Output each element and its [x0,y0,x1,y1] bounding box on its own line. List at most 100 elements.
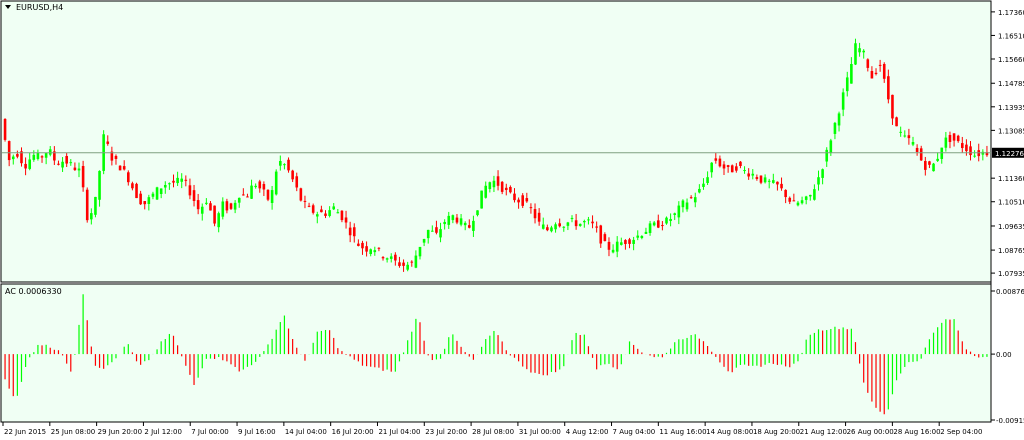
candle-body [90,213,93,220]
candle-body [521,195,525,206]
indicator-tick-label: 0.008769 [996,288,1024,296]
candle-body [233,202,237,210]
price-panel[interactable] [0,0,992,283]
candle-body [813,189,816,200]
candle-body [739,161,742,167]
candle-body [385,258,389,260]
candle-body [320,209,323,213]
time-tick-label: 11 Aug 16:00 [659,428,706,436]
candle-body [529,207,533,209]
candle-body [870,71,874,79]
candle-body [48,149,52,155]
candle-body [439,229,442,238]
candle-body [106,141,110,144]
candle-body [455,217,459,223]
candle-body [188,185,192,196]
candle-body [484,185,488,198]
price-tick-label: 1.11360 [998,175,1024,183]
candle-body [410,261,414,263]
candle-body [299,188,303,201]
candle-body [77,168,81,171]
candle-body [578,223,582,226]
candle-body [903,135,907,137]
candle-body [266,189,270,200]
candle-body [509,186,512,193]
candle-body [878,64,882,66]
candle-body [817,177,820,185]
candle-body [747,173,750,177]
candle-body [706,177,709,183]
candle-body [628,239,631,244]
candle-body [398,262,401,266]
candle-body [258,181,262,189]
candle-body [804,196,808,200]
candle-body [344,217,348,223]
candle-body [246,196,249,198]
chevron-down-icon[interactable] [5,5,11,9]
candle-body [948,134,952,142]
time-tick-label: 21 Aug 12:00 [800,428,847,436]
candle-body [944,137,948,148]
candle-body [447,215,451,225]
candle-body [463,222,467,226]
candle-body [554,224,557,230]
candle-body [866,59,870,68]
candle-body [698,188,701,193]
candle-body [681,200,685,208]
candle-body [583,221,586,223]
candle-body [155,187,159,200]
candle-body [98,170,101,200]
candle-body [796,202,800,206]
candle-body [784,189,787,198]
candle-body [250,185,253,199]
candle-body [459,218,463,225]
time-tick-label: 2 Sep 04:00 [940,428,982,436]
candle-body [693,197,697,203]
candle-body [443,221,446,225]
candle-body [172,180,175,183]
candle-body [743,170,746,172]
candle-body [11,156,15,160]
candle-body [788,197,792,202]
price-tick-label: 1.14785 [998,80,1024,88]
candle-body [81,166,85,188]
indicator-panel[interactable] [0,283,992,423]
candle-body [192,190,196,201]
time-tick-label: 16 Jul 20:00 [332,428,374,436]
candle-body [131,183,134,189]
time-tick-label: 22 Jun 2015 [4,428,46,436]
candle-body [648,223,652,233]
price-tick-label: 1.07935 [998,270,1024,278]
time-tick-label: 2 Jul 12:00 [144,428,182,436]
time-tick-label: 14 Aug 08:00 [706,428,753,436]
price-tick-label: 1.10510 [998,199,1024,207]
time-tick-label: 26 Aug 00:00 [847,428,894,436]
candle-body [928,161,931,165]
time-tick-label: 4 Aug 12:00 [566,428,609,436]
candle-body [956,135,960,142]
candle-body [135,183,138,199]
price-tick-label: 1.16510 [998,32,1024,40]
trading-chart[interactable]: 1.17360 1.16510 1.15660 1.14785 1.13935 1.130… [0,0,1024,440]
candle-body [270,190,274,204]
candle-body [184,179,188,181]
candle-body [16,154,19,157]
candle-body [229,203,233,209]
candle-body [118,165,122,171]
candle-body [225,201,229,211]
candle-body [315,214,319,217]
candle-body [636,235,640,238]
candle-body [7,141,11,161]
candle-body [792,200,796,202]
candle-body [644,231,648,234]
candle-body [369,249,372,255]
candle-body [480,190,483,209]
candle-body [504,187,508,191]
candle-body [422,238,426,243]
candle-body [558,223,561,227]
candle-body [237,197,241,203]
candle-body [620,242,623,245]
indicator-axis: 0.008769 0.00 -0.009157 [991,288,1024,425]
candle-body [488,182,492,190]
candle-body [714,158,718,161]
